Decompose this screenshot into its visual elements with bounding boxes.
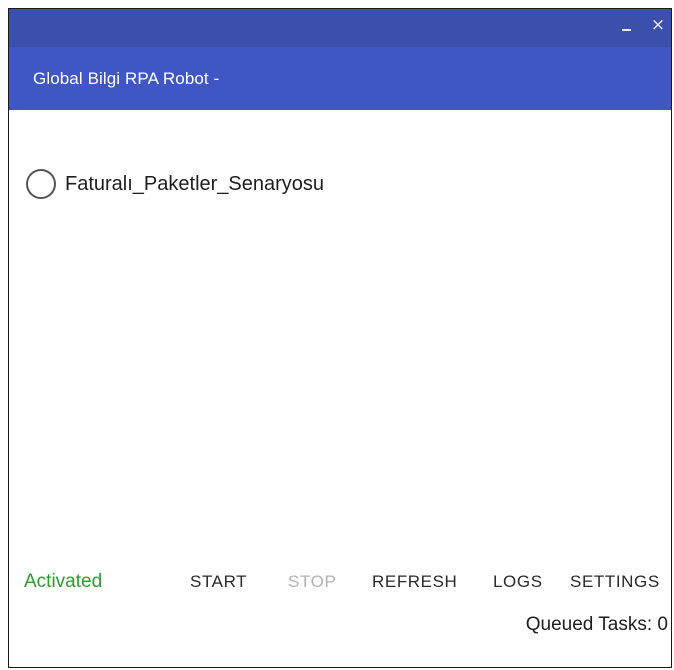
logs-button[interactable]: LOGS [493, 572, 543, 592]
close-button[interactable]: × [649, 13, 667, 37]
close-icon: × [650, 15, 666, 35]
minimize-icon [622, 29, 631, 31]
queued-tasks-count: Queued Tasks: 0 [525, 614, 668, 635]
window-controls: × [617, 13, 667, 37]
minimize-button[interactable] [617, 13, 635, 37]
status-text: Activated [24, 571, 103, 592]
refresh-button[interactable]: REFRESH [372, 572, 457, 592]
start-button[interactable]: START [190, 572, 247, 592]
stop-button[interactable]: STOP [288, 572, 336, 592]
settings-button[interactable]: SETTINGS [570, 572, 660, 592]
app-title: Global Bilgi RPA Robot - [33, 69, 220, 88]
scenario-label: Faturalı_Paketler_Senaryosu [65, 172, 325, 195]
window-titlebar[interactable]: × [9, 9, 671, 47]
app-window: × Global Bilgi RPA Robot - Faturalı_Pake… [8, 8, 672, 668]
app-header: Global Bilgi RPA Robot - [9, 47, 671, 110]
radio-button-icon[interactable] [26, 169, 56, 199]
scenario-radio-item[interactable]: Faturalı_Paketler_Senaryosu [26, 169, 324, 199]
